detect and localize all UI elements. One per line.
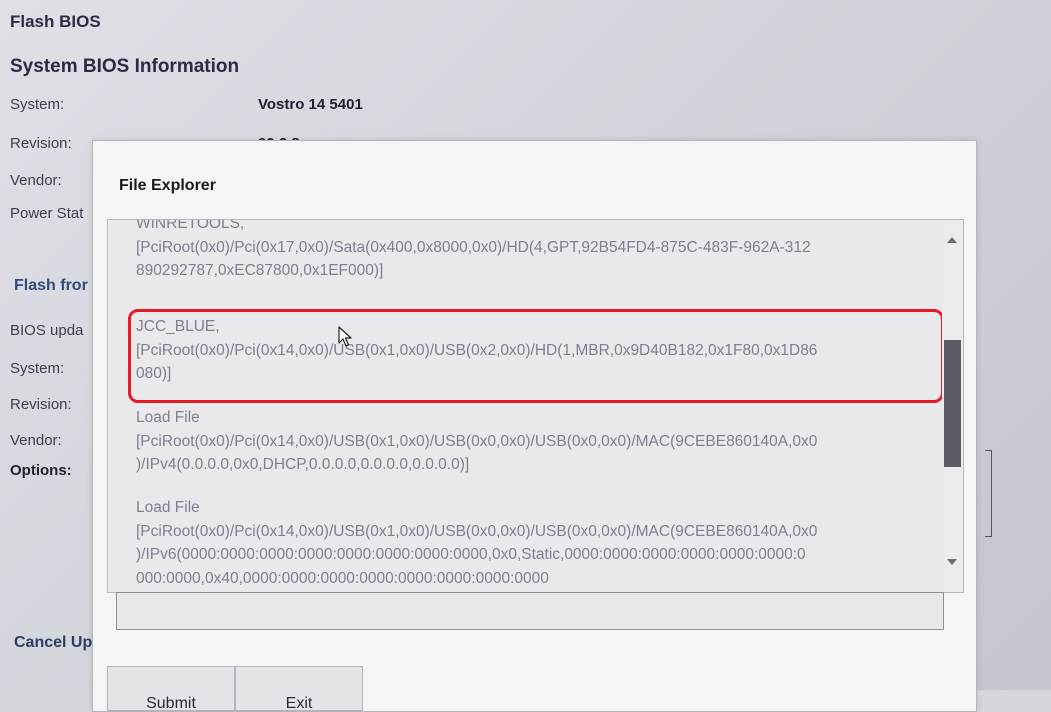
exit-button[interactable]: Exit [235,666,363,711]
system-label: System: [10,96,65,113]
entry-path-line: )/IPv4(0.0.0.0,0x0,DHCP,0.0.0.0,0.0.0.0,… [136,456,470,473]
dialog-title: File Explorer [119,177,216,194]
entry-path-line: [PciRoot(0x0)/Pci(0x14,0x0)/USB(0x1,0x0)… [136,522,818,540]
update-revision-label: Revision: [10,396,72,413]
vendor-label: Vendor: [10,172,62,189]
file-list[interactable]: WINRETOOLS, [PciRoot(0x0)/Pci(0x17,0x0)/… [107,219,964,593]
cancel-update-link[interactable]: Cancel Up [14,634,92,652]
system-value: Vostro 14 5401 [258,96,363,113]
flash-from-heading: Flash fror [14,277,88,294]
entry-path-line: 000:0000,0x40,0000:0000:0000:0000:0000:0… [136,569,549,587]
update-vendor-label: Vendor: [10,432,62,449]
options-label: Options: [10,462,72,479]
scroll-down-icon[interactable] [947,559,957,565]
file-list-viewport: WINRETOOLS, [PciRoot(0x0)/Pci(0x17,0x0)/… [108,220,942,592]
revision-label: Revision: [10,135,72,152]
list-item[interactable]: Load File [PciRoot(0x0)/Pci(0x14,0x0)/US… [136,406,936,477]
scroll-up-icon[interactable] [947,237,957,243]
entry-path-line: [PciRoot(0x0)/Pci(0x17,0x0)/Sata(0x400,0… [136,238,811,256]
bios-update-label: BIOS upda [10,322,84,339]
update-system-label: System: [10,360,65,377]
section-heading: System BIOS Information [10,56,240,77]
scroll-thumb[interactable] [944,340,961,467]
power-status-label: Power Stat [10,205,84,222]
entry-name: Load File [136,409,200,426]
entry-name: WINRETOOLS, [136,220,245,232]
mouse-pointer-icon [338,326,352,347]
entry-path-line: )/IPv6(0000:0000:0000:0000:0000:0000:000… [136,546,806,563]
list-item[interactable]: WINRETOOLS, [PciRoot(0x0)/Pci(0x17,0x0)/… [136,220,936,283]
file-explorer-dialog: File Explorer WINRETOOLS, [PciRoot(0x0)/… [92,140,977,712]
list-scrollbar[interactable] [942,220,963,592]
submit-button[interactable]: Submit [107,666,235,711]
page-title: Flash BIOS [10,12,101,31]
entry-path-line: [PciRoot(0x0)/Pci(0x14,0x0)/USB(0x1,0x0)… [136,432,818,450]
file-path-input[interactable] [116,592,944,630]
entry-path-line: 890292787,0xEC87800,0x1EF000)] [136,262,384,279]
selection-highlight [128,309,942,403]
list-item[interactable]: Load File [PciRoot(0x0)/Pci(0x14,0x0)/US… [136,496,936,590]
entry-name: Load File [136,499,200,516]
options-box [985,450,992,537]
